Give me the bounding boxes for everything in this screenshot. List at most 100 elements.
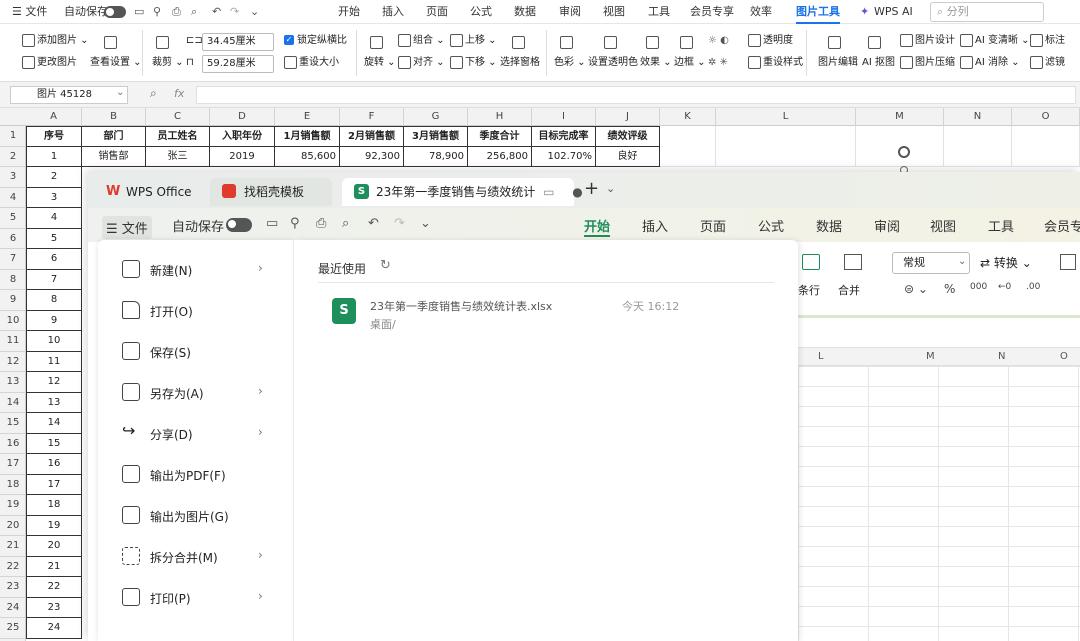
contrast-icon[interactable]: ✲ ✳ <box>708 54 728 72</box>
filter-button[interactable]: 滤镜 <box>1030 54 1065 72</box>
currency-icon[interactable]: ⊜ ⌄ <box>904 282 928 296</box>
col-header-j[interactable]: J <box>596 108 660 126</box>
table-cell[interactable]: 18 <box>26 495 82 516</box>
search-input[interactable]: ⌕ 分列 <box>930 2 1044 22</box>
height-input[interactable]: 59.28厘米 <box>202 55 274 73</box>
rotate-button[interactable]: 旋转 ⌄ <box>364 54 396 72</box>
table-cell[interactable]: 7 <box>26 269 82 290</box>
col-header-d[interactable]: D <box>210 108 275 126</box>
tab-active-document[interactable]: S 23年第一季度销售与绩效统计 ▭ ● <box>342 178 583 206</box>
change-image-button[interactable]: 更改图片 <box>22 54 77 72</box>
row-header[interactable]: 14 <box>0 393 26 413</box>
row-header[interactable]: 16 <box>0 434 26 454</box>
width-input[interactable]: 34.45厘米 <box>202 33 274 51</box>
row-header[interactable]: 4 <box>0 188 26 208</box>
wrap-button[interactable]: 条行 <box>798 282 820 298</box>
undo-icon[interactable]: ↶ <box>212 0 221 24</box>
window-tab-home[interactable]: 开始 <box>584 216 611 237</box>
table-cell[interactable]: 2019 <box>210 146 275 167</box>
redo-icon[interactable]: ↷ <box>230 0 239 24</box>
table-cell[interactable]: 17 <box>26 474 82 495</box>
row-header[interactable]: 2 <box>0 147 26 167</box>
col-header-b[interactable]: B <box>82 108 146 126</box>
table-cell[interactable]: 78,900 <box>404 146 468 167</box>
row-header[interactable]: 25 <box>0 618 26 639</box>
window-tab-review[interactable]: 审阅 <box>874 216 900 235</box>
recent-file-item[interactable]: S 23年第一季度销售与绩效统计表.xlsx 桌面/ 今天 16:12 <box>318 292 774 340</box>
table-cell[interactable]: 102.70% <box>532 146 596 167</box>
add-image-button[interactable]: 添加图片 ⌄ <box>22 32 89 50</box>
window-tab-member[interactable]: 会员专 <box>1044 216 1080 235</box>
effects-button[interactable]: 效果 ⌄ <box>640 54 672 72</box>
col-header-g[interactable]: G <box>404 108 468 126</box>
zoom-icon[interactable]: ⌕ <box>150 86 157 101</box>
header-cell[interactable]: 2月销售额 <box>340 126 404 147</box>
table-cell[interactable]: 良好 <box>596 146 660 167</box>
bring-up-button[interactable]: 上移 ⌄ <box>450 32 497 50</box>
header-cell[interactable]: 季度合计 <box>468 126 532 147</box>
percent-icon[interactable]: % <box>944 282 955 296</box>
window-tab-formula[interactable]: 公式 <box>758 216 784 235</box>
tab-picture-tools[interactable]: 图片工具 <box>796 0 840 24</box>
align-button[interactable]: 对齐 ⌄ <box>398 54 445 72</box>
table-cell[interactable]: 14 <box>26 413 82 434</box>
window-tab-tools[interactable]: 工具 <box>988 216 1014 235</box>
reset-style-button[interactable]: 重设样式 <box>748 54 803 72</box>
row-header[interactable]: 21 <box>0 536 26 557</box>
chevron-down-icon[interactable]: ⌄ <box>958 256 966 267</box>
table-cell[interactable]: 9 <box>26 310 82 331</box>
file-menu-new[interactable]: 新建(N) › <box>98 250 294 290</box>
table-cell[interactable]: 20 <box>26 536 82 557</box>
autosave-toggle[interactable] <box>104 0 126 24</box>
row-header[interactable]: 20 <box>0 516 26 536</box>
send-down-button[interactable]: 下移 ⌄ <box>450 54 497 72</box>
file-menu-share[interactable]: ↪ 分享(D) › <box>98 414 294 454</box>
redo-icon[interactable]: ↷ <box>394 216 405 231</box>
file-menu-export-image[interactable]: 输出为图片(G) <box>98 496 294 536</box>
row-header[interactable]: 24 <box>0 598 26 618</box>
table-cell[interactable]: 3 <box>26 187 82 208</box>
header-cell[interactable]: 目标完成率 <box>532 126 596 147</box>
refresh-icon[interactable]: ↻ <box>380 258 391 273</box>
name-box[interactable]: 图片 45128 <box>10 86 128 104</box>
set-transparent-button[interactable]: 设置透明色 <box>588 54 638 72</box>
table-cell[interactable]: 85,600 <box>275 146 340 167</box>
row-header[interactable]: 11 <box>0 331 26 352</box>
table-cell[interactable]: 22 <box>26 577 82 598</box>
brightness-icon[interactable]: ☼ ◐ <box>708 32 729 50</box>
header-cell[interactable]: 部门 <box>82 126 146 147</box>
new-tab-button[interactable]: + <box>584 178 599 199</box>
col-header-c[interactable]: C <box>146 108 210 126</box>
table-cell[interactable]: 15 <box>26 433 82 454</box>
table-cell[interactable]: 1 <box>26 146 82 167</box>
tab-member[interactable]: 会员专享 <box>690 0 734 24</box>
col-header-o[interactable]: O <box>1012 108 1080 126</box>
row-header[interactable]: 9 <box>0 290 26 311</box>
border-button[interactable]: 边框 ⌄ <box>674 54 706 72</box>
col-header-l[interactable]: L <box>716 108 856 126</box>
print-icon[interactable]: ⎙ <box>172 0 181 24</box>
tab-insert[interactable]: 插入 <box>382 0 404 24</box>
window-autosave-toggle[interactable] <box>226 217 252 232</box>
col-header-a[interactable]: A <box>26 108 82 126</box>
tab-tools[interactable]: 工具 <box>648 0 670 24</box>
table-cell[interactable]: 256,800 <box>468 146 532 167</box>
file-menu-save[interactable]: 保存(S) <box>98 332 294 372</box>
fx-button[interactable]: fx <box>174 87 184 100</box>
table-cell[interactable]: 21 <box>26 556 82 577</box>
header-cell[interactable]: 3月销售额 <box>404 126 468 147</box>
table-cell[interactable]: 6 <box>26 249 82 270</box>
reset-size-button[interactable]: 重设大小 <box>284 54 339 72</box>
row-header[interactable]: 8 <box>0 270 26 290</box>
pin-icon[interactable]: ⚲ <box>153 0 161 24</box>
ai-cutout-button[interactable]: AI 抠图 <box>862 54 895 72</box>
tab-view[interactable]: 视图 <box>603 0 625 24</box>
table-cell[interactable]: 销售部 <box>82 146 146 167</box>
file-menu-export-pdf[interactable]: 输出为PDF(F) <box>98 455 294 495</box>
ai-sharpen-button[interactable]: AI 变清晰 ⌄ <box>960 32 1030 50</box>
header-cell[interactable]: 绩效评级 <box>596 126 660 147</box>
chevron-down-icon[interactable]: ⌄ <box>250 0 259 24</box>
undo-icon[interactable]: ↶ <box>368 216 379 231</box>
merge-button[interactable]: 合并 <box>838 282 860 298</box>
tab-wps-office[interactable]: W WPS Office <box>92 178 204 206</box>
